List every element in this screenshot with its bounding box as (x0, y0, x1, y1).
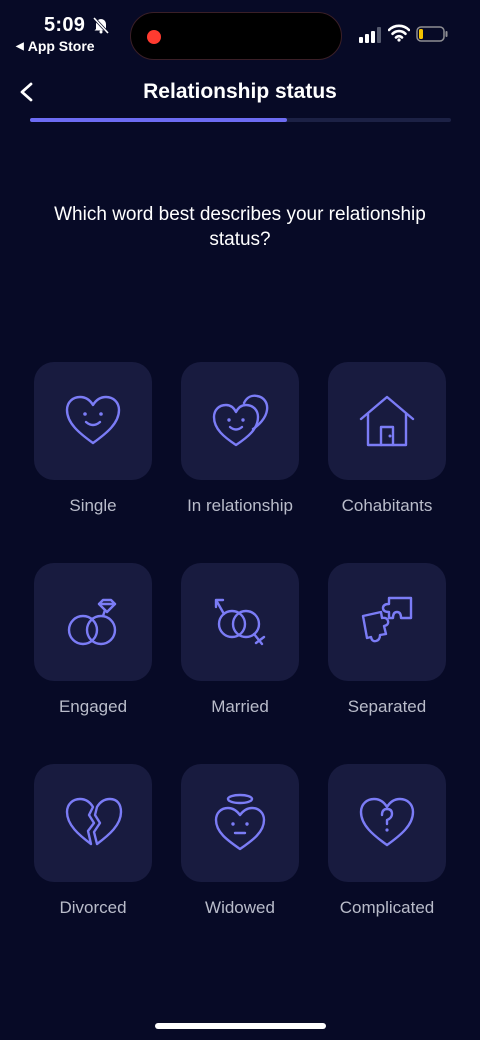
question-text: Which word best describes your relations… (54, 204, 426, 250)
option-cohabitants[interactable]: Cohabitants (322, 362, 452, 516)
option-widowed[interactable]: Widowed (175, 764, 305, 918)
option-label: Divorced (59, 898, 127, 917)
option-label: Complicated (339, 898, 435, 917)
option-divorced[interactable]: Divorced (28, 764, 158, 918)
option-label: Single (69, 496, 117, 515)
back-to-app-store[interactable]: ◀ App Store (16, 38, 95, 54)
option-single[interactable]: Single (28, 362, 158, 516)
house-icon (359, 395, 415, 447)
option-tile[interactable] (34, 764, 152, 882)
option-in-relationship[interactable]: In relationship (175, 362, 305, 516)
option-tile[interactable] (34, 563, 152, 681)
gender-rings-icon (214, 598, 266, 646)
option-separated[interactable]: Separated (322, 563, 452, 717)
progress-fill (30, 118, 287, 122)
back-triangle-icon: ◀ (16, 40, 24, 52)
option-tile[interactable] (181, 362, 299, 480)
heart-smile-icon (65, 395, 121, 445)
battery-low-icon (416, 26, 448, 42)
question-heart-icon (359, 797, 415, 847)
option-tile[interactable] (328, 362, 446, 480)
page-title: Relationship status (143, 80, 337, 103)
home-indicator[interactable] (155, 1023, 326, 1029)
option-married[interactable]: Married (175, 563, 305, 717)
option-complicated[interactable]: Complicated (322, 764, 452, 918)
option-engaged[interactable]: Engaged (28, 563, 158, 717)
recording-indicator-icon (147, 30, 161, 44)
option-tile[interactable] (34, 362, 152, 480)
two-hearts-icon (212, 394, 269, 447)
halo-heart-icon (214, 793, 266, 851)
dynamic-island (130, 12, 342, 60)
option-label: Engaged (58, 697, 128, 716)
back-app-label: App Store (27, 38, 95, 54)
option-label: Widowed (205, 898, 275, 917)
option-tile[interactable] (328, 764, 446, 882)
rings-diamond-icon (67, 598, 117, 646)
option-tile[interactable] (181, 764, 299, 882)
puzzle-pieces-icon (361, 596, 413, 643)
option-label: In relationship (187, 496, 293, 515)
option-tile[interactable] (181, 563, 299, 681)
relationship-status-screen: 5:09 ◀ App Store Relationship status Whi… (0, 0, 480, 1040)
option-tile[interactable] (328, 563, 446, 681)
option-label: Cohabitants (341, 496, 433, 515)
progress-bar (30, 118, 451, 122)
cellular-signal-icon (359, 27, 381, 43)
bell-muted-icon (92, 16, 110, 34)
option-label: Married (211, 697, 269, 716)
status-time: 5:09 (44, 14, 86, 36)
wifi-icon (388, 24, 410, 42)
option-label: Separated (347, 697, 427, 716)
broken-heart-icon (65, 797, 123, 846)
